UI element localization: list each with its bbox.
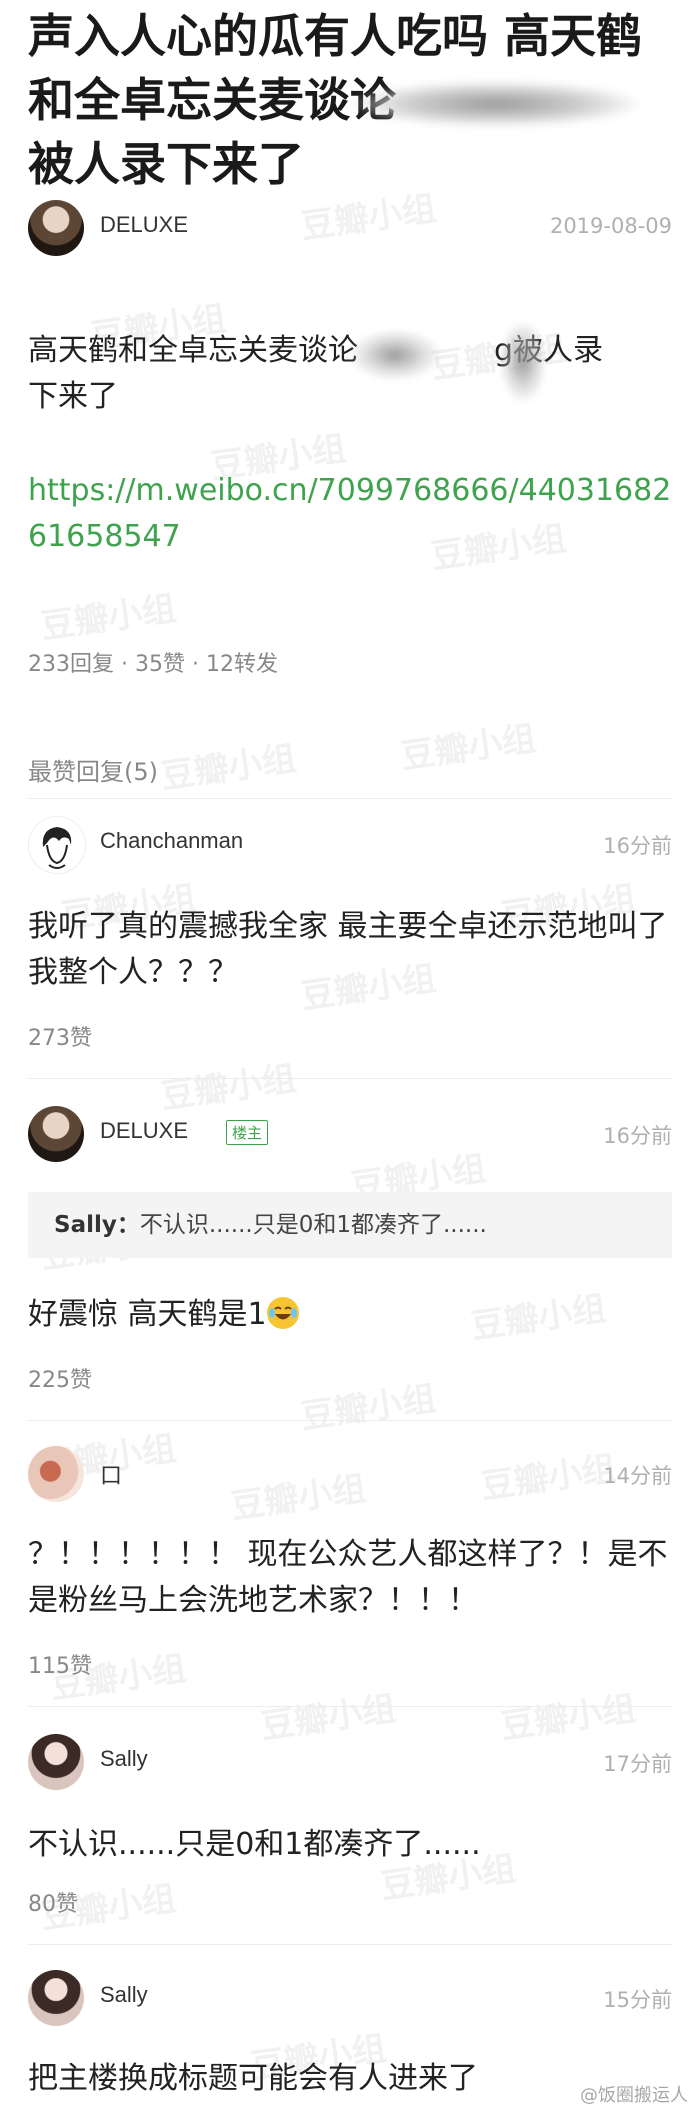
reply-likes[interactable]: 273赞 — [28, 1020, 92, 1052]
reply-header[interactable]: Sally 17分前 — [28, 1734, 672, 1790]
douban-watermark: 豆瓣小组 — [38, 588, 179, 648]
post-title: 声入人心的瓜有人吃吗 高天鹤和全卓忘关麦谈论 被人录下来了 — [28, 4, 668, 196]
redaction-gap — [358, 337, 494, 367]
reply-header[interactable]: 口 14分前 — [28, 1446, 672, 1502]
top-replies-label: 最赞回复(5) — [28, 758, 158, 786]
redaction-blur — [356, 81, 636, 126]
reply-time: 14分前 — [603, 1464, 672, 1488]
reply-username[interactable]: Chanchanman — [100, 828, 243, 854]
reply-header[interactable]: DELUXE 楼主 16分前 — [28, 1106, 672, 1162]
post-body-part-a: 高天鹤和全卓忘关麦谈论 — [28, 333, 358, 368]
douban-watermark: 豆瓣小组 — [298, 1378, 439, 1438]
reply-text: 不认识......只是0和1都凑齐了...... — [28, 1827, 481, 1862]
post-title-line3: 被人录下来了 — [28, 137, 304, 191]
avatar[interactable] — [28, 1970, 84, 2026]
divider — [28, 798, 672, 799]
reply-likes[interactable]: 225赞 — [28, 1362, 92, 1394]
quote-username: Sally： — [54, 1212, 140, 1238]
avatar[interactable] — [28, 1734, 84, 1790]
reply-time: 16分前 — [603, 1124, 672, 1148]
douban-watermark: 豆瓣小组 — [158, 738, 299, 798]
divider — [28, 1420, 672, 1421]
post-stats: 233回复 · 35赞 · 12转发 — [28, 652, 278, 677]
divider — [28, 1078, 672, 1079]
divider — [28, 1706, 672, 1707]
reply-likes[interactable]: 80赞 — [28, 1886, 78, 1918]
reply-time: 16分前 — [603, 834, 672, 858]
reply-text: 我听了真的震撼我全家 最主要仝卓还示范地叫了 我整个人？？？ — [28, 909, 668, 990]
reply-time: 15分前 — [603, 1988, 672, 2012]
post-body-part-c: 下来了 — [28, 379, 118, 414]
divider — [28, 1944, 672, 1945]
post-author-name[interactable]: DELUXE — [100, 212, 188, 238]
reply-username[interactable]: Sally — [100, 1982, 148, 2008]
douban-post-page: 豆瓣小组 豆瓣小组 豆瓣小组 豆瓣小组 豆瓣小组 豆瓣小组 豆瓣小组 豆瓣小组 豆瓣小组 豆瓣小组… — [0, 0, 700, 2113]
quoted-reply[interactable]: Sally：不认识......只是0和1都凑齐了...... — [28, 1192, 672, 1258]
reply-text-content: 好震惊 高天鹤是1 — [28, 1297, 267, 1332]
reply-username[interactable]: 口 — [100, 1458, 122, 1490]
reply-likes[interactable]: 115赞 — [28, 1648, 92, 1680]
laughing-emoji-icon — [266, 1297, 299, 1329]
post-date: 2019-08-09 — [549, 214, 672, 238]
reply-text: ？！！！！！！ 现在公众艺人都这样了？！是不是粉丝马上会洗地艺术家？！！！ — [28, 1537, 668, 1618]
reply-header[interactable]: Chanchanman 16分前 — [28, 816, 672, 874]
reply-username[interactable]: Sally — [100, 1746, 148, 1772]
op-badge: 楼主 — [226, 1120, 269, 1145]
post-body-part-b: g被人录 — [494, 333, 604, 368]
avatar[interactable] — [28, 1446, 84, 1502]
reply-username[interactable]: DELUXE — [100, 1118, 188, 1144]
post-author-row[interactable]: DELUXE 2019-08-09 — [28, 200, 672, 256]
avatar[interactable] — [28, 1106, 84, 1162]
douban-watermark: 豆瓣小组 — [398, 718, 539, 778]
sketch-avatar-icon — [42, 827, 72, 869]
avatar[interactable] — [28, 200, 84, 256]
reply-header[interactable]: Sally 15分前 — [28, 1970, 672, 2026]
avatar[interactable] — [28, 816, 86, 874]
reply-time: 17分前 — [603, 1752, 672, 1776]
reply-text: 把主楼换成标题可能会有人进来了 — [28, 2061, 478, 2096]
post-body: 高天鹤和全卓忘关麦谈论 g被人录 下来了 — [28, 328, 672, 420]
quote-text: 不认识......只是0和1都凑齐了...... — [139, 1212, 487, 1238]
source-credit: @饭圈搬运人 — [580, 2085, 688, 2106]
reply-text: 好震惊 高天鹤是1 — [28, 1292, 672, 1338]
weibo-link[interactable]: https://m.weibo.cn/7099768666/4403168261… — [28, 468, 672, 560]
